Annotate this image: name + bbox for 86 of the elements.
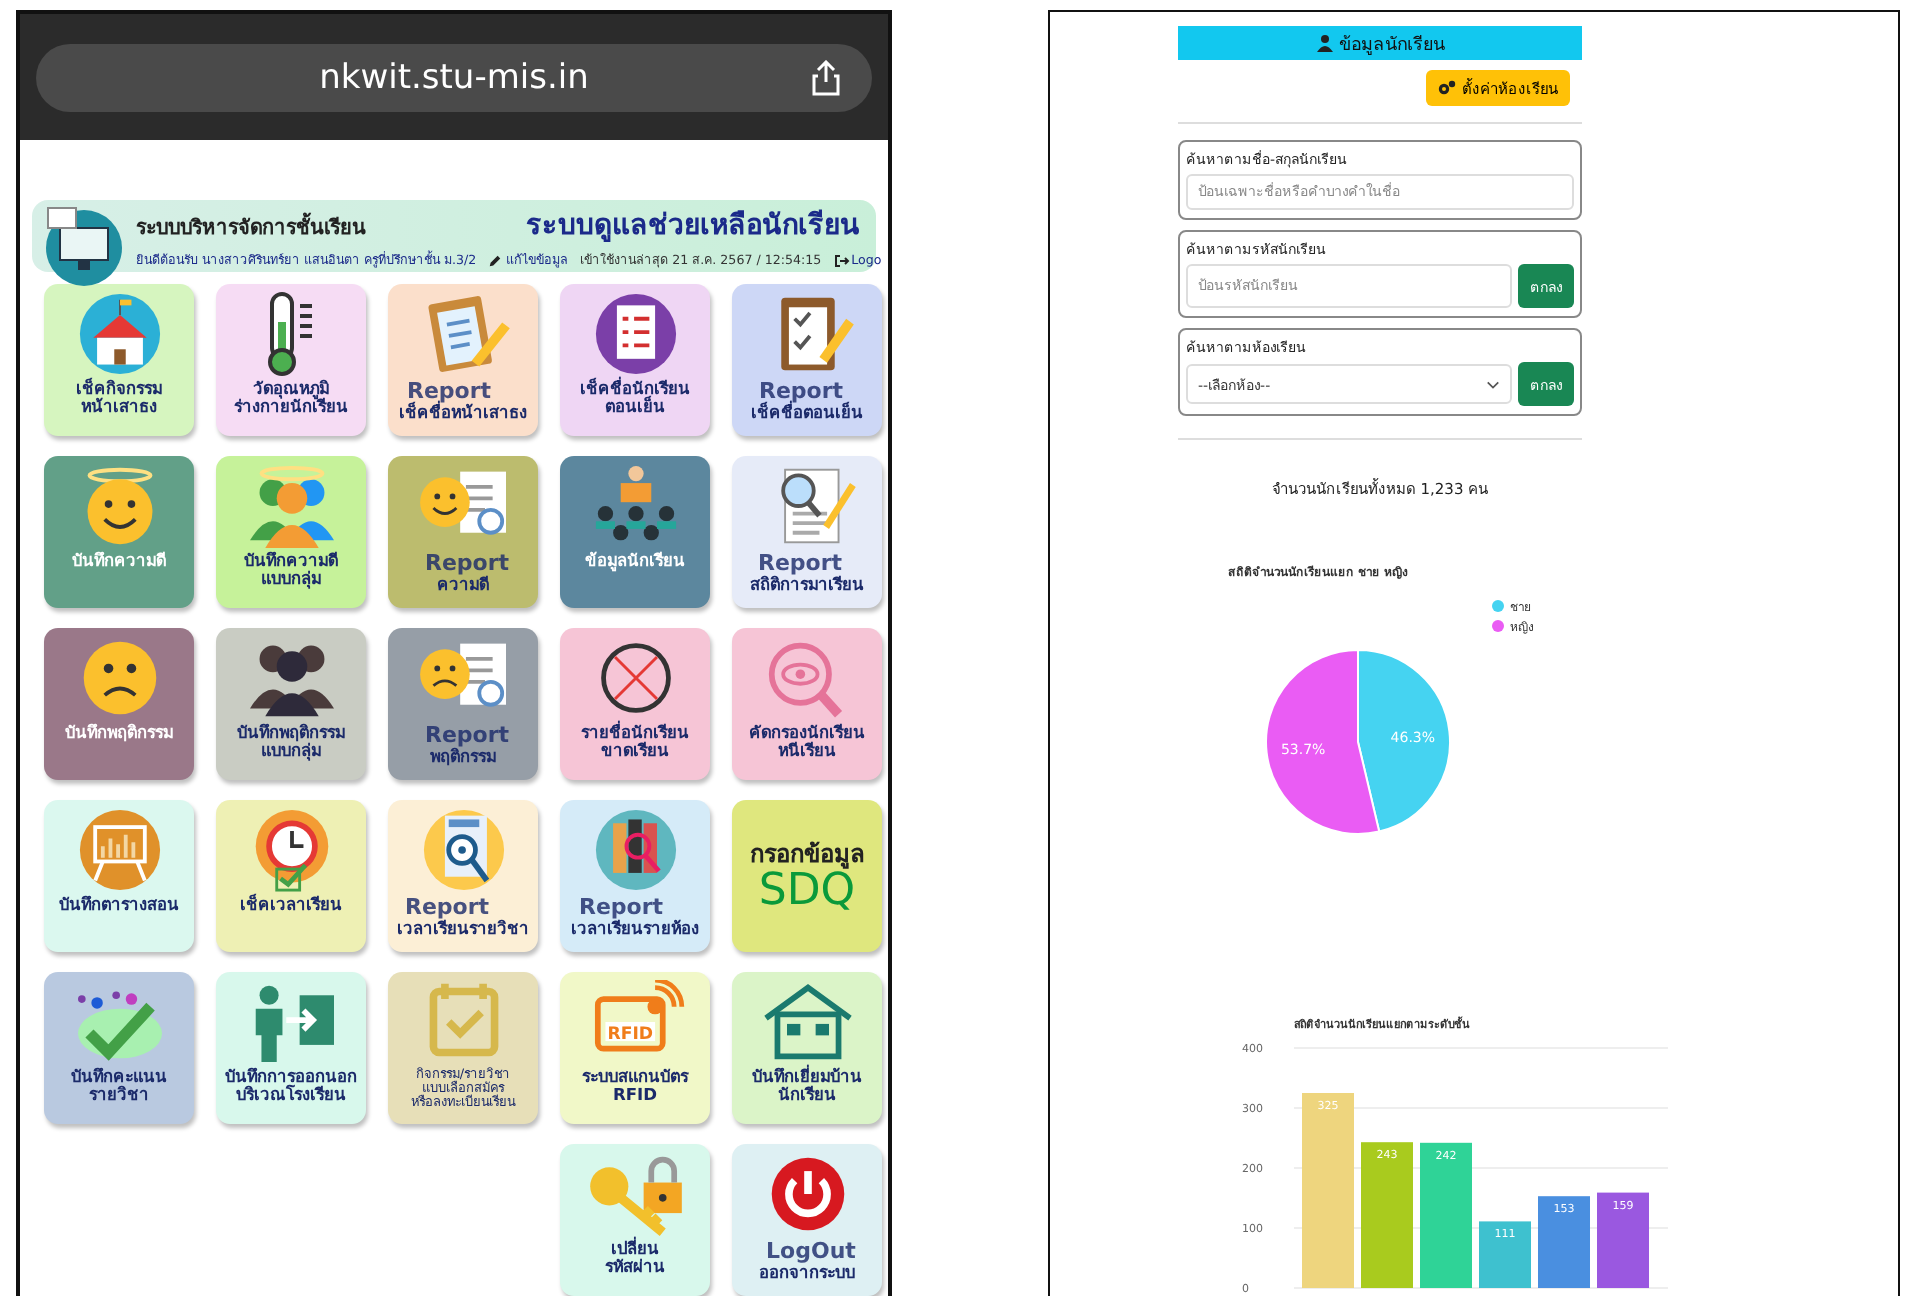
tile-label: เช็คเวลาเรียน [240,896,342,915]
tile-label: ขาดเรียน [601,742,669,761]
tile-label: เช็คชื่อตอนเย็น [751,404,863,423]
tile-label: เช็คชื่อหน้าเสาธง [399,404,527,423]
menu-tile[interactable]: บันทึกความดี แบบกลุ่ม [216,456,366,608]
tile-label: เช็คชื่อนักเรียน [580,380,690,398]
tile-label: พฤติกรรม [429,748,496,767]
tile-label: บันทึกความดี [244,552,338,570]
menu-tile[interactable]: Report สถิติการมาเรียน [732,456,882,608]
menu-tile[interactable]: บันทึกตารางสอน [44,800,194,952]
tile-label: เปลี่ยน [611,1240,659,1258]
menu-tile[interactable]: บันทึกพฤติกรรม [44,628,194,780]
menu-tile[interactable]: เปลี่ยน รหัสผ่าน [560,1144,710,1296]
tile-label: รายชื่อนักเรียน [581,724,689,742]
tile-label: Report [405,896,490,920]
app-title: ระบบดูแลช่วยเหลือนักเรียน [526,207,860,246]
share-icon[interactable] [808,59,844,95]
tile-label: ระบบสแกนบัตร [582,1068,688,1087]
pencil-icon [488,253,503,267]
menu-tile[interactable]: บันทึกพฤติกรรม แบบกลุ่ม [216,628,366,780]
tile-label: บันทึกตารางสอน [59,896,179,915]
tile-label: เวลาเรียนรายวิชา [397,920,529,939]
tile-label: Report [579,896,664,920]
tile-label: วัดอุณหภูมิ [253,380,329,399]
tile-label: SDQ [758,868,856,917]
tile-label: Report [422,552,510,576]
tile-label: แบบกลุ่ม [261,570,321,589]
menu-tile[interactable]: Report เช็คชื่อตอนเย็น [732,284,882,436]
user-icon [1315,34,1333,52]
tile-label: หน้าเสาธง [81,398,157,417]
menu-tile[interactable]: บันทึกคะแนน รายวิชา [44,972,194,1124]
tile-label: บันทึกคะแนน [71,1068,167,1086]
menu-tile[interactable]: Report เวลาเรียนรายห้อง [560,800,710,952]
tile-label: รหัสผ่าน [605,1258,665,1277]
tile-label: Report [422,724,510,748]
thermometer-icon [267,292,315,376]
system-title: ระบบบริหารจัดการชั้นเรียน [136,212,366,242]
icon-caption: RFID [606,1025,653,1046]
menu-tile[interactable]: ข้อมูลนักเรียน [560,456,710,608]
tile-label: รายวิชา [89,1086,149,1105]
tile-label: แบบกลุ่ม [261,742,321,761]
menu-tile[interactable]: Report เช็คชื่อหน้าเสาธง [388,284,538,436]
tile-label: บันทึกความดี [72,552,166,571]
sign-out-icon [833,253,850,267]
tile-label: หนีเรียน [778,742,836,761]
tile-label: RFID [612,1086,658,1105]
tile-label: กรอกข้อมูล [750,841,864,868]
menu-tile[interactable]: RFID ระบบสแกนบัตร RFID [560,972,710,1124]
url-text: nkwit.stu-mis.in [319,57,589,97]
chevron-icon [1486,379,1500,389]
gears-icon [1438,80,1456,96]
menu-tile[interactable]: Report ความดี [388,456,538,608]
tile-label: บันทึกพฤติกรรม [65,724,173,743]
menu-tile[interactable]: กรอกข้อมูล SDQ [732,800,882,952]
tile-label: บริเวณโรงเรียน [236,1086,346,1105]
tile-label: ตอนเย็น [605,398,665,417]
menu-tile[interactable]: เช็คชื่อนักเรียน ตอนเย็น [560,284,710,436]
menu-tile[interactable]: Report พฤติกรรม [388,628,538,780]
menu-tile[interactable]: บันทึกการออกนอก บริเวณโรงเรียน [216,972,366,1124]
menu-tile[interactable]: บันทึกเยี่ยมบ้าน นักเรียน [732,972,882,1124]
tile-label: Report [407,380,492,404]
tile-label: เวลาเรียนรายห้อง [571,920,699,939]
tile-label: บันทึกเยี่ยมบ้าน [752,1068,862,1086]
tile-label: Report [759,380,844,404]
menu-tile[interactable]: LogOut ออกจากระบบ [732,1144,882,1296]
tile-label: บันทึกพฤติกรรม [237,724,345,742]
tile-label: Report [758,552,843,576]
rfid-card-icon [593,980,684,1052]
menu-tile[interactable]: เช็คเวลาเรียน [216,800,366,952]
menu-tile[interactable]: วัดอุณหภูมิ ร่างกายนักเรียน [216,284,366,436]
tile-label: ร่างกายนักเรียน [234,398,348,417]
tile-label: ออกจากระบบ [758,1264,855,1283]
menu-tile[interactable]: คัดกรองนักเรียน หนีเรียน [732,628,882,780]
tile-label: คัดกรองนักเรียน [749,724,865,742]
tile-label: LogOut [764,1240,856,1265]
menu-tile[interactable]: รายชื่อนักเรียน ขาดเรียน [560,628,710,780]
menu-tile[interactable]: เช็คกิจกรรม หน้าเสาธง [44,284,194,436]
tile-label: บันทึกการออกนอก [225,1068,357,1086]
tile-label: เช็คกิจกรรม [76,380,162,398]
address-bar[interactable]: nkwit.stu-mis.in [36,43,872,111]
tile-label: นักเรียน [778,1086,836,1105]
tile-label: ความดี [436,576,489,595]
section-title: ข้อมูลนักเรียน [1339,33,1445,57]
tile-label: สถิติการมาเรียน [750,576,864,595]
menu-tile[interactable]: Report เวลาเรียนรายวิชา [388,800,538,952]
tile-label: ข้อมูลนักเรียน [585,552,685,571]
